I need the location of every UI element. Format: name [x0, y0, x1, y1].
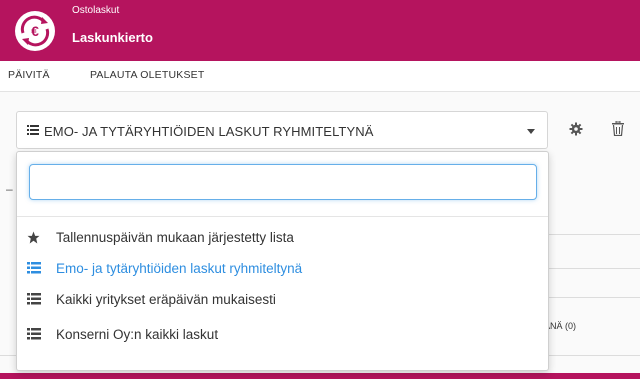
euro-cycle-icon: €	[15, 11, 55, 51]
star-icon	[27, 231, 40, 244]
view-selector[interactable]: EMO- JA TYTÄRYHTIÖIDEN LASKUT RYHMITELTY…	[16, 111, 548, 149]
view-option-by-due-date[interactable]: Kaikki yritykset eräpäivän mukaisesti	[27, 288, 537, 312]
option-label: Tallennuspäivän mukaan järjestetty lista	[56, 230, 294, 245]
view-selector-label: EMO- JA TYTÄRYHTIÖIDEN LASKUT RYHMITELTY…	[44, 124, 374, 139]
reset-defaults-button[interactable]: PALAUTA OLETUKSET	[90, 69, 204, 81]
svg-text:€: €	[31, 23, 39, 39]
trash-icon[interactable]	[612, 121, 624, 136]
toolbar: PÄIVITÄ PALAUTA OLETUKSET	[0, 61, 640, 92]
option-label: Konserni Oy:n kaikki laskut	[56, 327, 219, 342]
app-header: € Ostolaskut Laskunkierto	[0, 0, 640, 61]
option-label: Emo- ja tytäryhtiöiden laskut ryhmitelty…	[56, 261, 303, 276]
view-option-grouped[interactable]: Emo- ja tytäryhtiöiden laskut ryhmitelty…	[27, 257, 537, 281]
list-icon	[27, 293, 41, 305]
divider	[17, 216, 548, 217]
divider	[548, 234, 640, 235]
divider	[548, 268, 640, 269]
refresh-button[interactable]: PÄIVITÄ	[8, 69, 50, 81]
view-dropdown: Tallennuspäivän mukaan järjestetty lista…	[16, 151, 549, 371]
view-option-konserni[interactable]: Konserni Oy:n kaikki laskut	[27, 323, 537, 347]
chevron-down-icon	[527, 129, 535, 134]
divider	[548, 297, 640, 298]
bottom-brand-bar	[0, 373, 640, 379]
gear-icon[interactable]	[569, 122, 583, 136]
view-search-input[interactable]	[29, 164, 537, 200]
list-icon	[27, 262, 41, 274]
list-icon	[27, 328, 41, 340]
app-subtitle: Ostolaskut	[72, 5, 120, 16]
app-title: Laskunkierto	[72, 30, 153, 45]
view-option-by-save-date[interactable]: Tallennuspäivän mukaan järjestetty lista	[27, 226, 537, 250]
background-fragment: –	[6, 182, 13, 196]
option-label: Kaikki yritykset eräpäivän mukaisesti	[56, 292, 276, 307]
list-icon	[27, 125, 39, 135]
